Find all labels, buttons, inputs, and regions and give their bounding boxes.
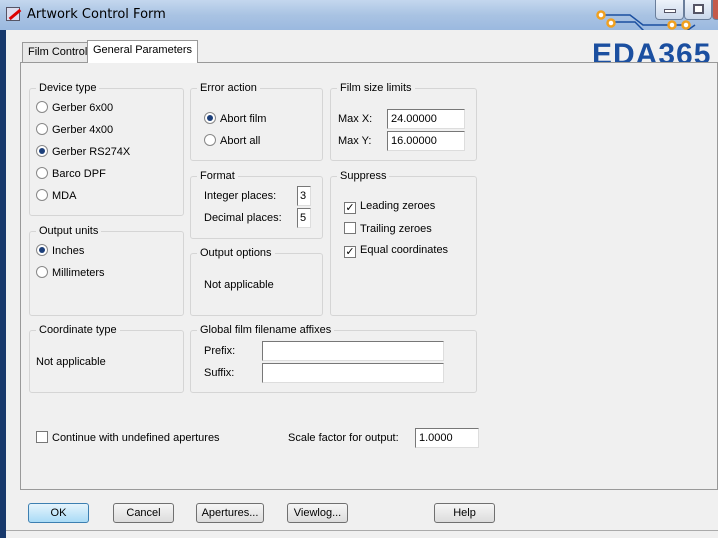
radio-icon	[36, 101, 48, 113]
cancel-button[interactable]: Cancel	[113, 503, 174, 523]
checkbox-leading-zeroes[interactable]: ✓ Leading zeroes	[344, 200, 435, 214]
app-icon	[6, 7, 20, 21]
scale-factor-input[interactable]: 1.0000	[415, 428, 479, 448]
radio-icon	[36, 266, 48, 278]
checkmark-icon: ✓	[344, 246, 356, 258]
output-options-value: Not applicable	[204, 279, 274, 291]
radio-gerber-4x00[interactable]: Gerber 4x00	[36, 123, 113, 136]
film-size-limits-group: Film size limits Max X: 24.00000 Max Y: …	[330, 82, 477, 161]
option-label: Abort film	[220, 113, 267, 125]
max-y-label: Max Y:	[338, 135, 372, 147]
option-label: Barco DPF	[52, 168, 106, 180]
group-title: Film size limits	[337, 82, 415, 94]
radio-mda[interactable]: MDA	[36, 189, 76, 202]
format-group: Format Integer places: 3 Decimal places:…	[190, 170, 323, 239]
radio-icon	[36, 244, 48, 256]
group-title: Format	[197, 170, 238, 182]
option-label: Millimeters	[52, 267, 105, 279]
decimal-places-label: Decimal places:	[204, 212, 282, 224]
checkbox-icon	[36, 431, 48, 443]
output-units-group: Output units Inches Millimeters	[29, 225, 184, 316]
coordinate-type-group: Coordinate type Not applicable	[29, 324, 184, 393]
option-label: Gerber RS274X	[52, 146, 131, 158]
minimize-button[interactable]	[655, 0, 684, 20]
integer-places-label: Integer places:	[204, 190, 277, 202]
max-x-input[interactable]: 24.00000	[387, 109, 465, 129]
checkbox-icon	[344, 222, 356, 234]
checkbox-equal-coordinates[interactable]: ✓ Equal coordinates	[344, 244, 448, 258]
radio-millimeters[interactable]: Millimeters	[36, 266, 105, 279]
integer-places-input[interactable]: 3	[297, 186, 311, 206]
radio-icon	[36, 145, 48, 157]
suppress-group: Suppress ✓ Leading zeroes Trailing zeroes…	[330, 170, 477, 316]
radio-icon	[36, 123, 48, 135]
minimize-icon	[664, 9, 676, 13]
group-title: Output options	[197, 247, 275, 259]
radio-icon	[204, 134, 216, 146]
radio-abort-film[interactable]: Abort film	[204, 112, 266, 125]
radio-abort-all[interactable]: Abort all	[204, 134, 260, 147]
option-label: Trailing zeroes	[360, 223, 432, 235]
group-title: Output units	[36, 225, 102, 237]
radio-icon	[36, 167, 48, 179]
scale-factor-label: Scale factor for output:	[288, 432, 399, 444]
radio-icon	[36, 189, 48, 201]
maximize-icon	[693, 4, 704, 14]
ok-button[interactable]: OK	[28, 503, 89, 523]
option-label: Leading zeroes	[360, 200, 436, 212]
radio-inches[interactable]: Inches	[36, 244, 84, 257]
filename-affixes-group: Global film filename affixes Prefix: Suf…	[190, 324, 477, 393]
group-title: Suppress	[337, 170, 390, 182]
prefix-label: Prefix:	[204, 345, 236, 357]
group-title: Coordinate type	[36, 324, 120, 336]
radio-gerber-6x00[interactable]: Gerber 6x00	[36, 101, 113, 114]
title-bar: Artwork Control Form	[0, 0, 718, 33]
error-action-group: Error action Abort film Abort all	[190, 82, 323, 161]
group-title: Device type	[36, 82, 100, 94]
decimal-places-input[interactable]: 5	[297, 208, 311, 228]
radio-gerber-rs274x[interactable]: Gerber RS274X	[36, 145, 130, 158]
suffix-input[interactable]	[262, 363, 444, 383]
prefix-input[interactable]	[262, 341, 444, 361]
option-label: Continue with undefined apertures	[52, 432, 220, 444]
checkbox-trailing-zeroes[interactable]: Trailing zeroes	[344, 222, 432, 235]
checkbox-continue-undefined-apertures[interactable]: Continue with undefined apertures	[36, 431, 220, 444]
radio-barco-dpf[interactable]: Barco DPF	[36, 167, 106, 180]
close-button[interactable]	[712, 0, 718, 20]
option-label: MDA	[52, 190, 77, 202]
output-options-group: Output options Not applicable	[190, 247, 323, 316]
option-label: Equal coordinates	[360, 244, 449, 256]
device-type-group: Device type Gerber 6x00 Gerber 4x00 Gerb…	[29, 82, 184, 216]
coordinate-type-value: Not applicable	[36, 356, 106, 368]
option-label: Abort all	[220, 135, 261, 147]
suffix-label: Suffix:	[204, 367, 235, 379]
group-title: Global film filename affixes	[197, 324, 335, 336]
option-label: Inches	[52, 245, 85, 257]
tab-general-parameters[interactable]: General Parameters	[87, 40, 199, 63]
viewlog-button[interactable]: Viewlog...	[287, 503, 348, 523]
tab-film-control[interactable]: Film Control	[22, 42, 94, 63]
maximize-button[interactable]	[684, 0, 712, 20]
option-label: Gerber 6x00	[52, 102, 114, 114]
apertures-button[interactable]: Apertures...	[196, 503, 264, 523]
max-x-label: Max X:	[338, 113, 373, 125]
max-y-input[interactable]: 16.00000	[387, 131, 465, 151]
window-title: Artwork Control Form	[27, 7, 166, 22]
checkmark-icon: ✓	[344, 202, 356, 214]
radio-icon	[204, 112, 216, 124]
status-bar	[6, 530, 718, 531]
help-button[interactable]: Help	[434, 503, 495, 523]
group-title: Error action	[197, 82, 260, 94]
option-label: Gerber 4x00	[52, 124, 114, 136]
tab-panel: Device type Gerber 6x00 Gerber 4x00 Gerb…	[20, 62, 718, 490]
